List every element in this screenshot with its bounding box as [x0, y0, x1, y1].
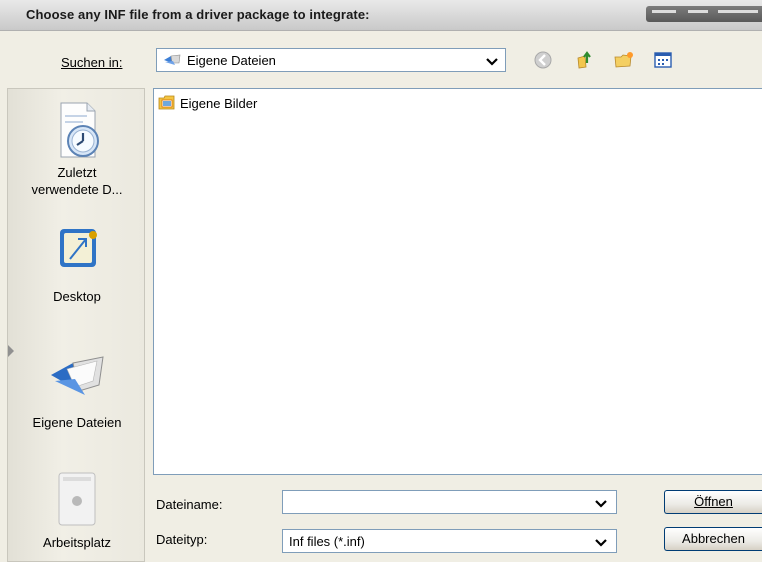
place-desktop[interactable]: Desktop	[8, 221, 144, 305]
my-documents-icon	[45, 356, 109, 406]
my-documents-icon	[163, 53, 181, 70]
open-button[interactable]: Öffnen	[664, 490, 762, 514]
up-folder-icon	[575, 51, 597, 73]
new-folder-button[interactable]	[613, 50, 635, 70]
open-button-label: Öffnen	[694, 494, 733, 509]
back-icon	[533, 51, 553, 73]
place-my-documents[interactable]: Eigene Dateien	[8, 339, 144, 431]
place-label: Desktop	[53, 289, 101, 304]
filetype-label: Dateityp:	[156, 532, 208, 547]
look-in-label-text: Suchen in:	[61, 55, 123, 70]
chevron-down-icon[interactable]	[594, 536, 608, 547]
maximize-icon[interactable]	[688, 10, 708, 13]
place-label: Zuletzt	[57, 165, 97, 180]
up-folder-button[interactable]	[575, 50, 597, 70]
look-in-label: Suchen in:	[61, 55, 122, 70]
places-bar: Zuletzt verwendete D... Desktop Eigene D…	[7, 88, 145, 562]
view-menu-button[interactable]	[652, 50, 674, 70]
recent-documents-icon	[49, 102, 105, 164]
cancel-button-label: Abbrechen	[682, 531, 745, 546]
chevron-down-icon[interactable]	[485, 55, 499, 66]
place-label: verwendete D...	[31, 182, 123, 197]
window-controls[interactable]	[646, 6, 762, 22]
view-menu-icon	[652, 52, 674, 73]
my-pictures-folder-icon	[158, 94, 176, 115]
title-bar: Choose any INF file from a driver packag…	[0, 0, 762, 31]
look-in-combo[interactable]: Eigene Dateien	[156, 48, 506, 72]
window-title: Choose any INF file from a driver packag…	[26, 7, 370, 22]
filename-label: Dateiname:	[156, 497, 223, 512]
minimize-icon[interactable]	[652, 10, 676, 13]
desktop-icon	[52, 229, 102, 278]
filetype-value: Inf files (*.inf)	[289, 534, 365, 549]
place-my-computer[interactable]: Arbeitsplatz	[8, 469, 144, 551]
new-folder-icon	[613, 52, 635, 73]
file-name: Eigene Bilder	[180, 96, 258, 111]
filetype-combo[interactable]: Inf files (*.inf)	[282, 529, 617, 553]
close-icon[interactable]	[718, 10, 758, 13]
place-label: Arbeitsplatz	[43, 535, 111, 550]
filename-combo[interactable]	[282, 490, 617, 514]
file-list[interactable]: Eigene Bilder	[153, 88, 762, 475]
look-in-value: Eigene Dateien	[187, 53, 276, 68]
place-recent[interactable]: Zuletzt verwendete D...	[8, 99, 144, 198]
place-label: Eigene Dateien	[32, 415, 122, 430]
cancel-button[interactable]: Abbrechen	[664, 527, 762, 551]
my-computer-icon	[51, 472, 103, 532]
chevron-down-icon[interactable]	[594, 497, 608, 508]
back-button[interactable]	[533, 50, 555, 70]
